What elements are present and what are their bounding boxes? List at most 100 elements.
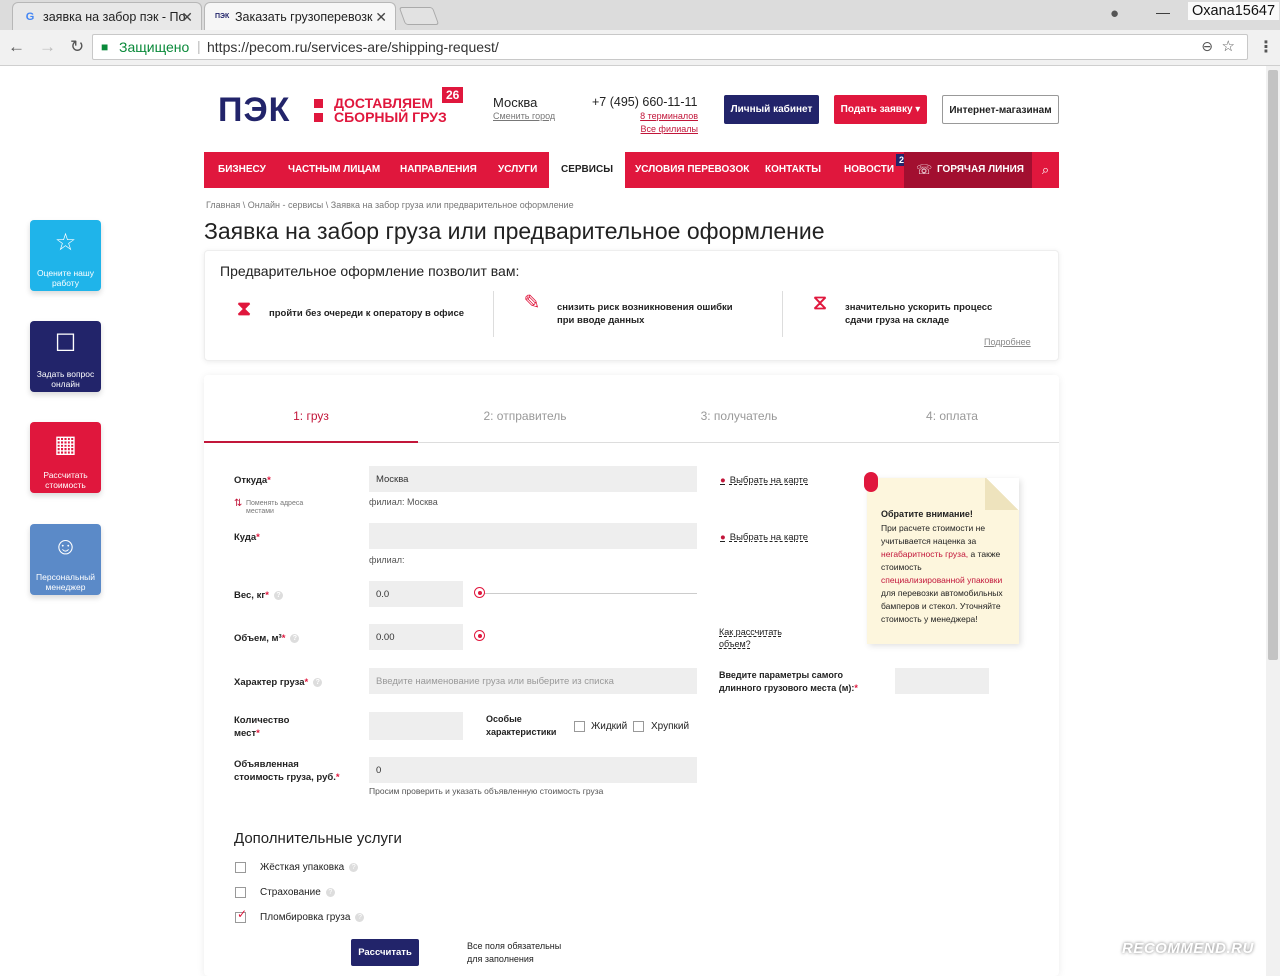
- oversize-link[interactable]: негабаритность груза,: [881, 549, 968, 559]
- cargo-type-input[interactable]: Введите наименование груза или выберите …: [369, 668, 697, 694]
- weight-input[interactable]: 0.0: [369, 581, 463, 607]
- scrollbar-thumb[interactable]: [1268, 70, 1278, 660]
- submit-request-button[interactable]: Подать заявку ▾: [834, 95, 927, 124]
- nav-directions[interactable]: Направления: [400, 152, 477, 188]
- from-input[interactable]: Москва: [369, 466, 697, 492]
- benefits-panel: Предварительное оформление позволит вам:…: [204, 250, 1059, 361]
- account-icon[interactable]: ●: [1110, 5, 1119, 22]
- hourglass-icon: ⧗: [236, 298, 252, 320]
- nav-buttons: ←→↻: [8, 37, 98, 57]
- current-city: Москва: [493, 95, 538, 110]
- nav-contacts[interactable]: Контакты: [765, 152, 821, 188]
- ask-online-button[interactable]: ☐ Задать вопрос онлайн: [30, 321, 101, 392]
- to-map-link[interactable]: ● Выбрать на карте: [720, 532, 808, 543]
- step-tab-sender[interactable]: 2: отправитель: [418, 409, 632, 423]
- profile-name[interactable]: Oxana15647: [1188, 2, 1280, 20]
- seal-label: Пломбировка груза?: [260, 912, 365, 923]
- benefit-less-errors: ✎ снизить риск возникновения ошибки при …: [524, 293, 733, 327]
- browser-tab-search[interactable]: G заявка на забор пэк - По ✕: [12, 2, 202, 30]
- browser-chrome: G заявка на забор пэк - По ✕ ПЭК Заказат…: [0, 0, 1280, 66]
- online-shops-button[interactable]: Интернет-магазинам: [942, 95, 1059, 124]
- bookmark-star-icon[interactable]: ☆: [1222, 37, 1235, 55]
- hotline-label: Горячая линия: [937, 164, 1024, 175]
- logo-wordmark: ПЭК: [218, 91, 291, 129]
- benefits-title: Предварительное оформление позволит вам:: [220, 263, 520, 279]
- nav-tools-selected[interactable]: Сервисы: [549, 152, 625, 188]
- new-tab-button[interactable]: [398, 7, 440, 25]
- page-scrollbar[interactable]: [1266, 66, 1280, 976]
- swap-addresses-link[interactable]: ⇅ Поменять адреса местами: [234, 499, 304, 516]
- zoom-icon[interactable]: ⊖: [1201, 38, 1213, 55]
- nav-conditions[interactable]: Условия перевозок: [635, 152, 749, 188]
- change-city-link[interactable]: Сменить город: [493, 111, 555, 121]
- weight-slider-track[interactable]: [480, 593, 697, 594]
- nav-private[interactable]: Частным лицам: [288, 152, 380, 188]
- declared-value-input[interactable]: 0: [369, 757, 697, 783]
- rate-work-button[interactable]: ☆ Оцените нашу работу: [30, 220, 101, 291]
- minimize-icon[interactable]: —: [1156, 4, 1170, 20]
- more-link[interactable]: Подробнее: [984, 337, 1031, 347]
- fragile-checkbox[interactable]: [633, 721, 644, 732]
- cargo-type-label: Характер груза*?: [234, 676, 323, 689]
- seal-checkbox[interactable]: ✓: [235, 907, 247, 923]
- close-tab-icon[interactable]: ✕: [375, 9, 387, 26]
- browser-tab-active[interactable]: ПЭК Заказать грузоперевозк ✕: [204, 2, 396, 30]
- google-icon: G: [25, 11, 35, 23]
- calculate-cost-button[interactable]: ▦ Рассчитать стоимость: [30, 422, 101, 493]
- step-tab-payment[interactable]: 4: оплата: [845, 409, 1059, 423]
- address-bar[interactable]: ■ Защищено | https://pecom.ru/services-a…: [92, 34, 1248, 60]
- personal-cabinet-button[interactable]: Личный кабинет: [724, 95, 819, 124]
- longest-item-input[interactable]: [895, 668, 989, 694]
- quantity-input[interactable]: [369, 712, 463, 740]
- active-step-indicator: [204, 441, 418, 443]
- calculator-icon: ▦: [54, 431, 77, 458]
- personal-manager-button[interactable]: ☺ Персональный менеджер: [30, 524, 101, 595]
- forward-arrow-icon[interactable]: →: [39, 37, 70, 56]
- volume-slider-handle[interactable]: [474, 630, 485, 641]
- back-arrow-icon[interactable]: ←: [8, 37, 39, 56]
- liquid-checkbox[interactable]: [574, 721, 585, 732]
- main-nav: Бизнесу Частным лицам Направления Услуги…: [204, 152, 1059, 188]
- benefit-divider: [493, 291, 494, 337]
- insurance-checkbox[interactable]: [235, 887, 246, 898]
- hard-packing-label: Жёсткая упаковка?: [260, 862, 359, 873]
- volume-input[interactable]: 0.00: [369, 624, 463, 650]
- logo-slogan-line2: СБОРНЫЙ ГРУЗ: [334, 109, 447, 125]
- nav-news[interactable]: Новости: [844, 152, 894, 188]
- extra-services-title: Дополнительные услуги: [234, 830, 402, 847]
- calculate-button[interactable]: Рассчитать: [351, 939, 419, 966]
- checkmark-icon: ✓: [237, 907, 248, 921]
- how-calc-volume-link[interactable]: Как рассчитать объем?: [719, 626, 782, 650]
- hotline-button[interactable]: ☏ Горячая линия: [904, 152, 1032, 188]
- hard-packing-checkbox[interactable]: [235, 862, 246, 873]
- special-packing-link[interactable]: специализированной упаковки: [881, 575, 1002, 585]
- search-icon[interactable]: ⌕: [1032, 152, 1059, 188]
- breadcrumb[interactable]: Главная \ Онлайн - сервисы \ Заявка на з…: [206, 200, 574, 210]
- to-input[interactable]: [369, 523, 697, 549]
- url-text[interactable]: https://pecom.ru/services-are/shipping-r…: [207, 39, 499, 55]
- watermark: RECOMMEND.RU: [1122, 940, 1254, 957]
- step-tab-cargo[interactable]: 1: груз: [204, 409, 418, 423]
- map-pin-icon: ●: [720, 532, 726, 543]
- from-map-link[interactable]: ● Выбрать на карте: [720, 475, 808, 486]
- weight-label: Вес, кг*?: [234, 589, 283, 602]
- nav-business[interactable]: Бизнесу: [218, 152, 266, 188]
- phone-number: +7 (495) 660-11-11: [592, 95, 698, 109]
- special-props-label: Особые характеристики: [486, 714, 557, 737]
- clock-document-icon: ⧖: [812, 292, 828, 314]
- page-title: Заявка на забор груза или предварительно…: [204, 218, 825, 244]
- step-tab-recipient[interactable]: 3: получатель: [632, 409, 846, 423]
- branches-link[interactable]: Все филиалы: [592, 124, 698, 134]
- declared-value-hint: Просим проверить и указать объявленную с…: [369, 786, 604, 796]
- browser-menu-icon[interactable]: ⋮: [1258, 37, 1274, 57]
- terminals-link[interactable]: 8 терминалов: [592, 111, 698, 121]
- weight-slider-handle[interactable]: [474, 587, 485, 598]
- quantity-label: Количество мест*: [234, 715, 290, 739]
- nav-services[interactable]: Услуги: [498, 152, 537, 188]
- volume-label: Объем, м³*?: [234, 632, 300, 645]
- map-pin-icon: ●: [720, 475, 726, 486]
- from-branch: филиал: Москва: [369, 497, 438, 507]
- secure-label: Защищено: [119, 39, 190, 55]
- close-tab-icon[interactable]: ✕: [181, 9, 193, 26]
- insurance-label: Страхование?: [260, 887, 335, 898]
